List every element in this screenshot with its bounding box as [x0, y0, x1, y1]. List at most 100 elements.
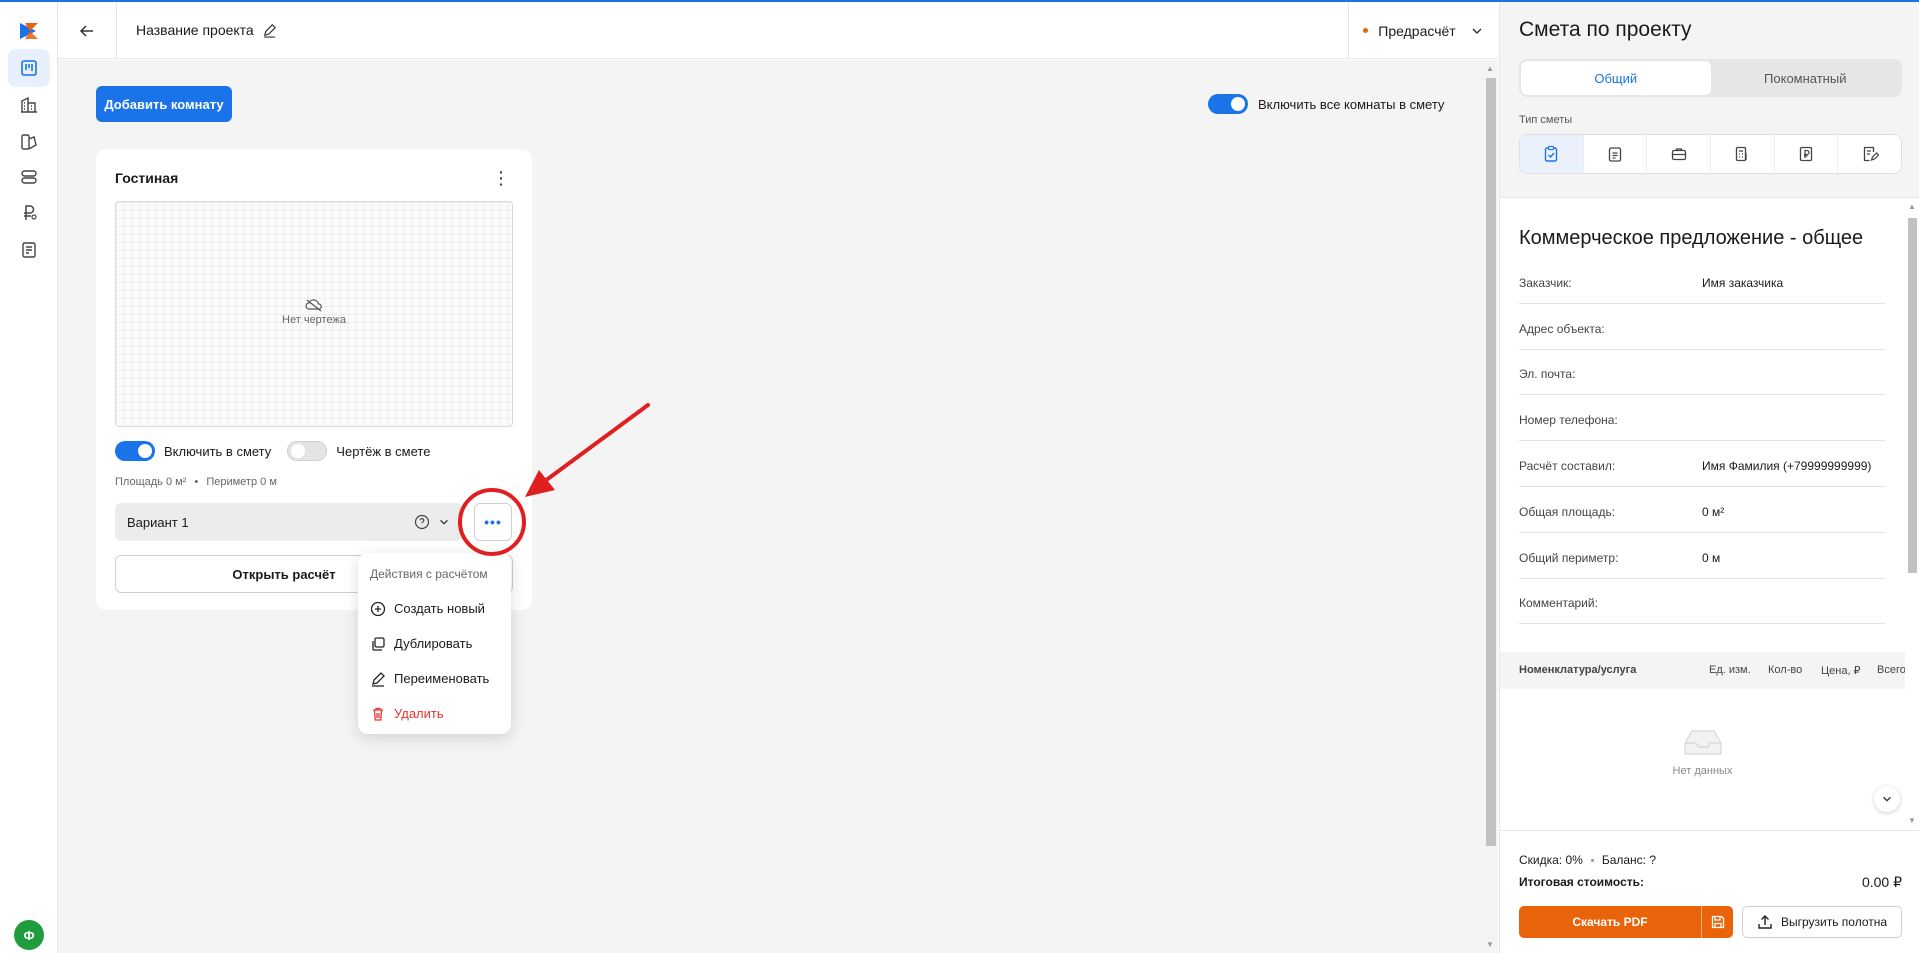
estimate-panel-top: Смета по проекту Общий Покомнатный Тип с… — [1500, 2, 1919, 198]
tab-per-room[interactable]: Покомнатный — [1711, 61, 1901, 95]
stage-label: Предрасчёт — [1378, 22, 1456, 39]
room-menu-icon[interactable]: ⋮ — [492, 169, 510, 187]
field-total-perimeter[interactable]: Общий периметр: 0 м — [1519, 533, 1885, 579]
field-email[interactable]: Эл. почта: — [1519, 349, 1885, 395]
plus-circle-icon — [370, 601, 386, 616]
scroll-up-arrow[interactable]: ▲ — [1486, 64, 1494, 73]
download-pdf-button[interactable]: Скачать PDF — [1519, 906, 1733, 938]
estimate-panel: Смета по проекту Общий Покомнатный Тип с… — [1499, 2, 1919, 953]
field-author[interactable]: Расчёт составил: Имя Фамилия (+799999999… — [1519, 441, 1885, 487]
stage-select[interactable]: Предрасчёт — [1348, 2, 1498, 59]
field-label: Общая площадь: — [1519, 505, 1616, 519]
no-data-label: Нет данных — [1672, 765, 1733, 777]
estimate-type-label: Тип сметы — [1519, 114, 1573, 126]
field-phone[interactable]: Номер телефона: — [1519, 395, 1885, 441]
field-total-area[interactable]: Общая площадь: 0 м² — [1519, 487, 1885, 533]
ruble-document-icon — [1799, 146, 1813, 162]
download-pdf-label: Скачать PDF — [1572, 915, 1648, 929]
panel-scroll-down[interactable]: ▼ — [1908, 816, 1916, 825]
field-label: Номер телефона: — [1519, 413, 1618, 427]
upload-icon — [1758, 915, 1772, 929]
field-label: Адрес объекта: — [1519, 322, 1605, 336]
no-drawing-label: Нет чертежа — [282, 314, 346, 326]
field-label: Расчёт составил: — [1519, 459, 1616, 473]
menu-item-rename[interactable]: Переименовать — [370, 661, 511, 696]
room-drawing-canvas[interactable]: Нет чертежа — [115, 201, 513, 427]
estimate-mode-tabs: Общий Покомнатный — [1519, 59, 1902, 97]
scroll-down-arrow[interactable]: ▼ — [1486, 940, 1494, 949]
tab-general[interactable]: Общий — [1521, 61, 1711, 95]
type-list-button[interactable] — [1584, 135, 1648, 173]
rail-materials-button[interactable] — [8, 123, 50, 161]
rail-catalog-button[interactable] — [8, 158, 50, 196]
document-icon — [22, 242, 36, 258]
stack-icon — [21, 170, 37, 184]
col-total: Всего — [1877, 664, 1905, 676]
swatch-icon — [21, 134, 37, 150]
project-name-label: Название проекта — [136, 22, 254, 38]
variant-select[interactable]: Вариант 1 — [115, 503, 462, 541]
project-name[interactable]: Название проекта — [136, 22, 277, 38]
type-work-button[interactable] — [1647, 135, 1712, 173]
field-value: 0 м — [1702, 551, 1721, 565]
no-data-placeholder: Нет данных — [1500, 727, 1905, 777]
type-contract-button[interactable] — [1838, 135, 1901, 173]
menu-item-duplicate[interactable]: Дублировать — [370, 626, 511, 661]
type-calc-button[interactable] — [1711, 135, 1775, 173]
field-comment[interactable]: Комментарий: — [1519, 578, 1885, 624]
rail-prices-button[interactable] — [8, 194, 50, 232]
pencil-icon — [372, 671, 385, 687]
rail-documents-button[interactable] — [8, 231, 50, 269]
panel-scroll-up[interactable]: ▲ — [1908, 202, 1916, 211]
include-room-toggle[interactable] — [115, 441, 155, 461]
cloud-off-icon — [305, 299, 322, 312]
include-all-toggle[interactable] — [1208, 94, 1248, 114]
total-label: Итоговая стоимость: — [1519, 875, 1644, 889]
app-logo-icon[interactable] — [16, 18, 42, 44]
user-avatar[interactable]: Ф — [14, 920, 44, 950]
panel-scrollbar[interactable]: ▲ ▼ — [1905, 200, 1919, 830]
room-title: Гостиная — [115, 170, 179, 186]
back-button[interactable] — [58, 2, 117, 59]
rail-buildings-button[interactable] — [8, 86, 50, 124]
menu-item-create[interactable]: Создать новый — [370, 591, 511, 626]
save-icon — [1711, 915, 1724, 929]
col-item: Номенклатура/услуга — [1519, 664, 1637, 676]
chevron-down-icon — [1472, 28, 1482, 34]
type-invoice-button[interactable] — [1775, 135, 1839, 173]
field-value: Имя Фамилия (+79999999999) — [1702, 459, 1872, 473]
menu-item-delete[interactable]: Удалить — [370, 696, 511, 731]
stage-status-dot — [1363, 28, 1369, 33]
field-customer[interactable]: Заказчик: Имя заказчика — [1519, 258, 1885, 304]
export-canvases-button[interactable]: Выгрузить полотна — [1742, 906, 1902, 938]
trash-icon — [373, 707, 383, 721]
balance-label: Баланс: ? — [1601, 853, 1657, 867]
variant-more-button[interactable]: ••• — [474, 503, 512, 541]
help-icon[interactable] — [414, 514, 430, 530]
discount-balance-row: Скидка: 0% Баланс: ? — [1519, 853, 1656, 867]
room-toggles: Включить в смету Чертёж в смете — [115, 441, 446, 461]
drawing-in-estimate-toggle[interactable] — [287, 441, 328, 461]
add-room-button[interactable]: Добавить комнату — [96, 86, 232, 122]
type-commercial-button[interactable] — [1520, 135, 1584, 173]
field-address[interactable]: Адрес объекта: — [1519, 304, 1885, 350]
menu-item-label: Удалить — [394, 706, 444, 721]
export-label: Выгрузить полотна — [1780, 915, 1888, 929]
building-icon — [21, 96, 37, 113]
room-card: Гостиная ⋮ Нет чертежа Включить в смету … — [96, 149, 532, 610]
pencil-icon[interactable] — [262, 23, 277, 38]
main-scrollbar-thumb[interactable] — [1486, 78, 1496, 846]
rail-projects-button[interactable] — [8, 49, 50, 87]
main-scrollbar[interactable]: ▲ ▼ — [1482, 60, 1498, 953]
left-rail: Ф — [0, 2, 58, 953]
field-label: Эл. почта: — [1519, 367, 1576, 381]
panel-scrollbar-thumb[interactable] — [1908, 218, 1917, 573]
save-pdf-button[interactable] — [1701, 906, 1733, 938]
scroll-down-button[interactable] — [1874, 786, 1900, 812]
col-unit: Ед. изм. — [1709, 664, 1751, 676]
menu-item-label: Дублировать — [394, 636, 473, 651]
top-header: Название проекта Предрасчёт — [58, 2, 1498, 59]
more-dots-icon: ••• — [484, 514, 502, 530]
discount-label: Скидка: 0% — [1519, 853, 1583, 867]
drawing-in-estimate-label: Чертёж в смете — [336, 443, 431, 459]
